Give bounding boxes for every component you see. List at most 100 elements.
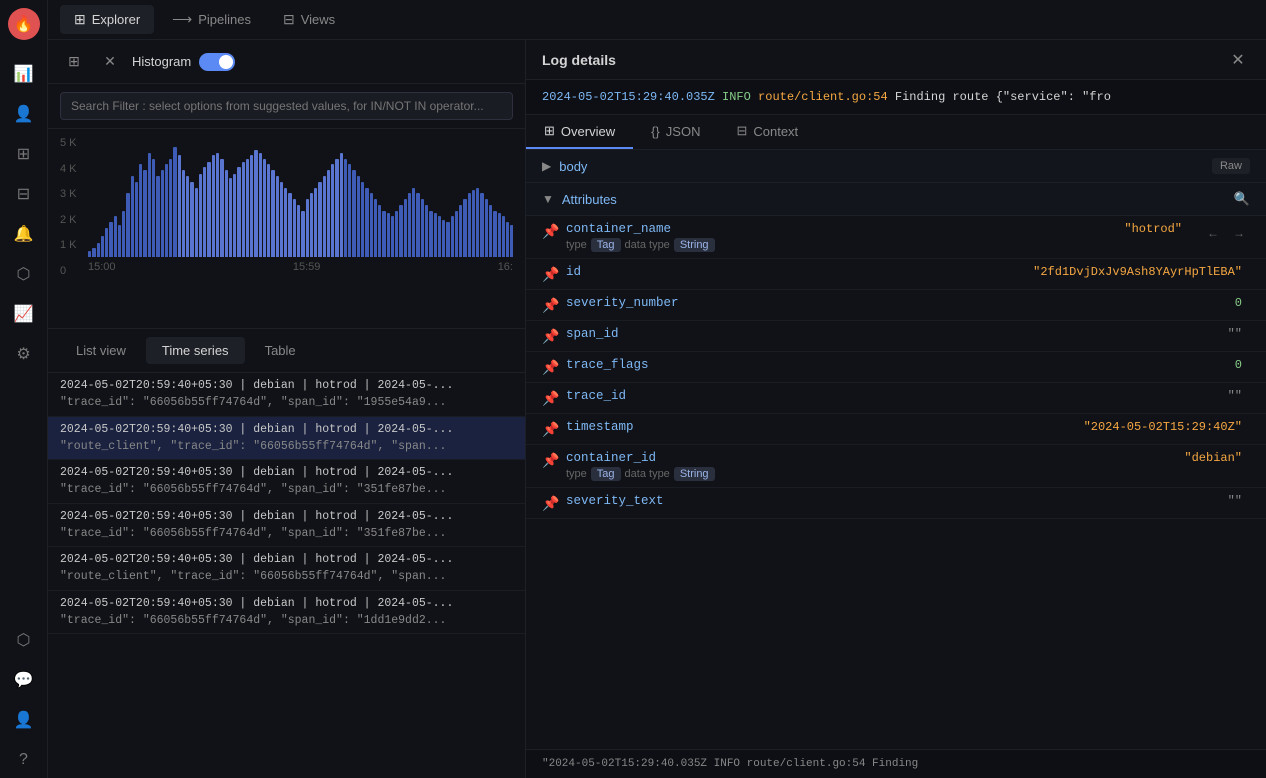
log-row-3[interactable]: 2024-05-02T20:59:40+05:30 | debian | hot… [48,504,525,548]
bar-85 [451,216,454,257]
sidebar-icon-help[interactable]: ? [6,742,42,778]
bar-38 [250,155,253,257]
sidebar-icon-chat[interactable]: 💬 [6,662,42,698]
histogram-toggle[interactable] [199,53,235,71]
sidebar-icon-chart[interactable]: 📊 [6,56,42,92]
tab-time-series[interactable]: Time series [146,337,245,364]
bar-73 [399,205,402,257]
tab-explorer[interactable]: ⊞ Explorer [60,5,154,34]
attr-pin-container_id[interactable]: 📌 [542,452,558,469]
bar-93 [485,199,488,257]
sidebar-icon-analytics[interactable]: 📈 [6,296,42,332]
attr-name-trace_flags: trace_flags [566,358,1227,372]
tab-pipelines[interactable]: ⟶ Pipelines [158,5,265,34]
attr-value-timestamp: "2024-05-02T15:29:40Z" [1084,420,1250,434]
sidebar-icon-table[interactable]: ⊞ [6,136,42,172]
bar-47 [288,193,291,257]
sidebar-icon-dashboard[interactable]: ⊟ [6,176,42,212]
bar-28 [207,162,210,257]
bar-78 [421,199,424,257]
attr-pin-container_name[interactable]: 📌 [542,223,558,240]
toolbar-btn-2[interactable]: ✕ [96,48,124,76]
context-icon: ⊟ [736,123,747,139]
sidebar-icon-explore[interactable]: ⬡ [6,256,42,292]
attr-pin-trace_id[interactable]: 📌 [542,390,558,407]
attr-content-trace_id: trace_id [566,389,1220,403]
attr-name-severity_number: severity_number [566,296,1227,310]
bar-82 [438,216,441,257]
bar-40 [259,153,262,257]
attr-value-id: "2fd1DvjDxJv9Ash8YAyrHpTlEBA" [1033,265,1250,279]
sidebar-icon-explore2[interactable]: ⬡ [6,622,42,658]
bar-81 [434,213,437,257]
bar-34 [233,174,236,257]
attr-pin-timestamp[interactable]: 📌 [542,421,558,438]
bar-26 [199,174,202,257]
bar-21 [178,155,181,257]
log-line-2: "trace_id": "66056b55ff74764d", "span_id… [60,394,513,411]
log-row-0[interactable]: 2024-05-02T20:59:40+05:30 | debian | hot… [48,373,525,417]
raw-button[interactable]: Raw [1212,158,1250,174]
bar-18 [165,164,168,257]
sidebar-icon-settings[interactable]: ⚙ [6,336,42,372]
bar-22 [182,170,185,257]
log-row-4[interactable]: 2024-05-02T20:59:40+05:30 | debian | hot… [48,547,525,591]
bar-94 [489,205,492,257]
bar-11 [135,182,138,257]
log-line-1: 2024-05-02T20:59:40+05:30 | debian | hot… [60,421,513,438]
search-bar [48,84,525,129]
body-section-header[interactable]: ▶ body Raw [526,150,1266,183]
bar-24 [190,182,193,257]
sidebar-icon-profile[interactable]: 👤 [6,702,42,738]
search-input[interactable] [60,92,513,120]
log-message: Finding route {"service": "fro [895,90,1111,104]
chart-area: 5 K 4 K 3 K 2 K 1 K 0 15:00 15:59 16: [48,129,525,329]
bar-70 [387,213,390,257]
attributes-list: 📌 container_name type Tag data type Stri… [526,216,1266,519]
bar-35 [237,167,240,257]
log-row-5[interactable]: 2024-05-02T20:59:40+05:30 | debian | hot… [48,591,525,635]
attr-pin-span_id[interactable]: 📌 [542,328,558,345]
bar-44 [276,176,279,257]
app-logo[interactable]: 🔥 [8,8,40,40]
log-row-1[interactable]: 2024-05-02T20:59:40+05:30 | debian | hot… [48,417,525,461]
bar-98 [506,222,509,257]
tab-list-view[interactable]: List view [60,337,142,364]
bar-2 [97,243,100,257]
bar-95 [493,211,496,257]
attr-action-right-container_name[interactable]: → [1228,222,1250,244]
sidebar-icon-bell[interactable]: 🔔 [6,216,42,252]
attr-name-span_id: span_id [566,327,1220,341]
attr-row-trace_id: 📌 trace_id "" [526,383,1266,414]
attr-value-container_id: "debian" [1184,451,1250,465]
log-row-2[interactable]: 2024-05-02T20:59:40+05:30 | debian | hot… [48,460,525,504]
bar-61 [348,164,351,257]
log-details-title: Log details [542,52,616,68]
bar-97 [502,216,505,257]
tab-table[interactable]: Table [249,337,312,364]
attr-pin-id[interactable]: 📌 [542,266,558,283]
attr-value-container_name: "hotrod" [1124,222,1190,236]
tab-overview[interactable]: ⊞ Overview [526,115,633,149]
close-button[interactable]: ✕ [1226,48,1250,72]
bar-39 [254,150,257,257]
log-line-1: 2024-05-02T20:59:40+05:30 | debian | hot… [60,595,513,612]
tab-context[interactable]: ⊟ Context [718,115,816,149]
attr-value-span_id: "" [1228,327,1250,341]
bar-31 [220,159,223,257]
bar-23 [186,176,189,257]
attributes-section-header[interactable]: ▼ Attributes 🔍 [526,183,1266,216]
bar-49 [297,205,300,257]
sidebar-icon-user[interactable]: 👤 [6,96,42,132]
tab-json[interactable]: {} JSON [633,115,718,149]
tab-views[interactable]: ⊟ Views [269,5,349,34]
attr-value-severity_text: "" [1228,494,1250,508]
attributes-search-icon[interactable]: 🔍 [1234,191,1250,207]
attr-pin-severity_number[interactable]: 📌 [542,297,558,314]
bar-80 [429,211,432,257]
toolbar-btn-1[interactable]: ⊞ [60,48,88,76]
attr-pin-severity_text[interactable]: 📌 [542,495,558,512]
attr-action-left-container_name[interactable]: ← [1202,222,1224,244]
attr-pin-trace_flags[interactable]: 📌 [542,359,558,376]
bar-96 [498,213,501,257]
